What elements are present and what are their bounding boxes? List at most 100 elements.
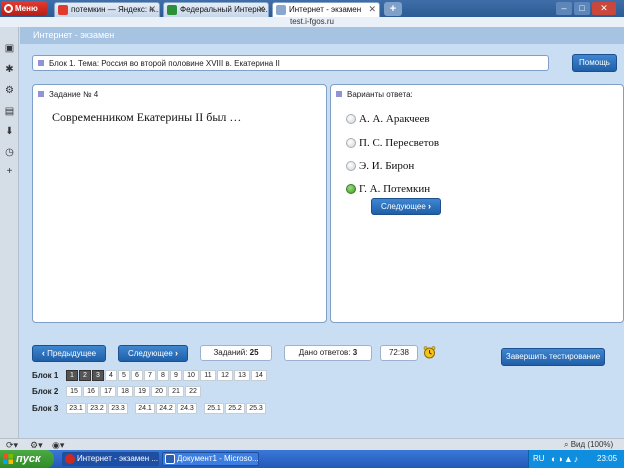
task-cell-17[interactable]: 17	[100, 386, 116, 397]
answered-count: 3	[352, 348, 358, 357]
minimize-button[interactable]: –	[556, 2, 572, 15]
add-panel-icon[interactable]: +	[4, 166, 15, 177]
task-cell-25-2[interactable]: 25.2	[225, 403, 245, 414]
task-marker-icon	[38, 91, 44, 97]
maximize-button[interactable]: □	[574, 2, 590, 15]
task-cell-16[interactable]: 16	[83, 386, 99, 397]
task-cell-23-2[interactable]: 23.2	[87, 403, 107, 414]
chevron-right-icon: ›	[428, 201, 431, 211]
chevron-right-icon: ›	[175, 348, 178, 358]
tab-federal-internet-exam[interactable]: Федеральный Интерне... ✕	[163, 2, 269, 17]
answer-option-3[interactable]: Э. И. Бирон	[346, 159, 414, 173]
next-button[interactable]: Следующее ›	[118, 345, 188, 362]
prev-button[interactable]: ‹ Предыдущее	[32, 345, 106, 362]
browser-status-bar: ⟳▾ ⚙▾ ◉▾ ⌕ Вид (100%)	[0, 438, 624, 450]
question-text: Современником Екатерины II был …	[52, 110, 242, 124]
radio-icon[interactable]	[346, 138, 356, 148]
downloads-icon[interactable]: ⬇	[4, 126, 15, 137]
timer-value: 72:38	[388, 348, 410, 357]
task-cell-6[interactable]: 6	[131, 370, 143, 381]
task-cell-2[interactable]: 2	[79, 370, 91, 381]
radio-icon[interactable]	[346, 114, 356, 124]
answer-option-4[interactable]: Г. А. Потемкин	[346, 182, 430, 196]
task-cell-7[interactable]: 7	[144, 370, 156, 381]
tray-icons[interactable]: ◐◑▲♪	[551, 450, 579, 468]
answers-marker-icon	[336, 91, 342, 97]
notes-icon[interactable]: ▤	[4, 106, 15, 117]
task-cell-1[interactable]: 1	[66, 370, 78, 381]
tasks-count: 25	[249, 348, 259, 357]
bookmarks-icon[interactable]: ▣	[4, 43, 15, 54]
task-cell-20[interactable]: 20	[151, 386, 167, 397]
task-cell-14[interactable]: 14	[251, 370, 267, 381]
radio-checked-icon[interactable]	[346, 184, 356, 194]
zoom-control[interactable]: ⌕ Вид (100%)	[564, 440, 613, 450]
page-favicon-icon	[276, 5, 286, 15]
tab-close-icon[interactable]: ✕	[368, 3, 376, 16]
answers-header: Варианты ответа:	[347, 90, 413, 99]
url-text: test.i-fgos.ru	[289, 17, 334, 26]
task-cell-5[interactable]: 5	[118, 370, 130, 381]
start-label: пуск	[16, 453, 41, 465]
topic-marker-icon	[38, 60, 44, 66]
task-cell-3[interactable]: 3	[92, 370, 104, 381]
task-cell-23-3[interactable]: 23.3	[108, 403, 128, 414]
next-label: Следующее	[127, 349, 173, 358]
task-label: Интернет - экзамен ...	[77, 454, 159, 463]
opera-menu-button[interactable]: Меню	[1, 1, 47, 16]
task-cell-21[interactable]: 21	[168, 386, 184, 397]
block-topic-bar: Блок 1. Тема: Россия во второй половине …	[32, 55, 549, 71]
prev-label: Предыдущее	[47, 349, 97, 358]
tab-close-icon[interactable]: ✕	[257, 3, 265, 16]
task-cell-24-2[interactable]: 24.2	[156, 403, 176, 414]
task-cell-12[interactable]: 12	[217, 370, 233, 381]
history-icon[interactable]: ◷	[4, 147, 15, 158]
task-cell-24-3[interactable]: 24.3	[177, 403, 197, 414]
system-tray: RU ◐◑▲♪ 23:05	[528, 450, 624, 468]
block-2-label: Блок 2	[32, 387, 59, 396]
tab-internet-exam[interactable]: Интернет - экзамен ✕	[272, 2, 380, 17]
task-cell-22[interactable]: 22	[185, 386, 201, 397]
task-cell-8[interactable]: 8	[157, 370, 169, 381]
task-number: Задание № 4	[49, 90, 99, 99]
new-tab-button[interactable]: +	[384, 2, 402, 16]
word-icon	[165, 454, 175, 464]
task-cell-15[interactable]: 15	[66, 386, 82, 397]
task-cell-24-1[interactable]: 24.1	[135, 403, 155, 414]
taskbar-item-opera[interactable]: Интернет - экзамен ...	[62, 452, 159, 466]
tab-label: Федеральный Интерне...	[180, 5, 269, 14]
yandex-favicon-icon	[58, 5, 68, 15]
radio-icon[interactable]	[346, 161, 356, 171]
task-cell-25-1[interactable]: 25.1	[204, 403, 224, 414]
close-window-button[interactable]: ✕	[592, 2, 616, 15]
task-cell-9[interactable]: 9	[170, 370, 182, 381]
task-cell-18[interactable]: 18	[117, 386, 133, 397]
zoom-icon: ⌕	[564, 440, 569, 449]
task-cell-25-3[interactable]: 25.3	[246, 403, 266, 414]
widgets-icon[interactable]: ✱	[4, 64, 15, 75]
language-indicator[interactable]: RU	[533, 450, 545, 468]
task-cell-19[interactable]: 19	[134, 386, 150, 397]
answer-option-2[interactable]: П. С. Пересветов	[346, 136, 439, 150]
task-cell-11[interactable]: 11	[200, 370, 216, 381]
tab-yandex[interactable]: потемкин — Яндекс: н... ✕	[54, 2, 160, 17]
answer-next-button[interactable]: Следующее ›	[371, 198, 441, 215]
task-cell-23-1[interactable]: 23.1	[66, 403, 86, 414]
side-panel: ▣ ✱ ⚙ ▤ ⬇ ◷ +	[0, 27, 19, 438]
task-cell-4[interactable]: 4	[105, 370, 117, 381]
answer-option-1[interactable]: А. А. Аракчеев	[346, 112, 430, 126]
unite-icon[interactable]: ⚙	[4, 85, 15, 96]
tab-close-icon[interactable]: ✕	[148, 3, 156, 16]
opera-icon	[65, 454, 75, 464]
taskbar-item-word[interactable]: Документ1 - Microso...	[162, 452, 259, 466]
task-cell-10[interactable]: 10	[183, 370, 199, 381]
start-button[interactable]: пуск	[0, 450, 54, 468]
help-button[interactable]: Помощь	[572, 54, 617, 72]
answered-counter: Дано ответов: 3	[284, 345, 372, 361]
finish-test-button[interactable]: Завершить тестирование	[501, 348, 605, 366]
task-cell-13[interactable]: 13	[234, 370, 250, 381]
address-bar[interactable]: test.i-fgos.ru	[0, 17, 624, 27]
tasks-label: Заданий:	[213, 348, 248, 357]
tasks-counter: Заданий: 25	[200, 345, 272, 361]
tab-label: потемкин — Яндекс: н...	[71, 5, 160, 14]
